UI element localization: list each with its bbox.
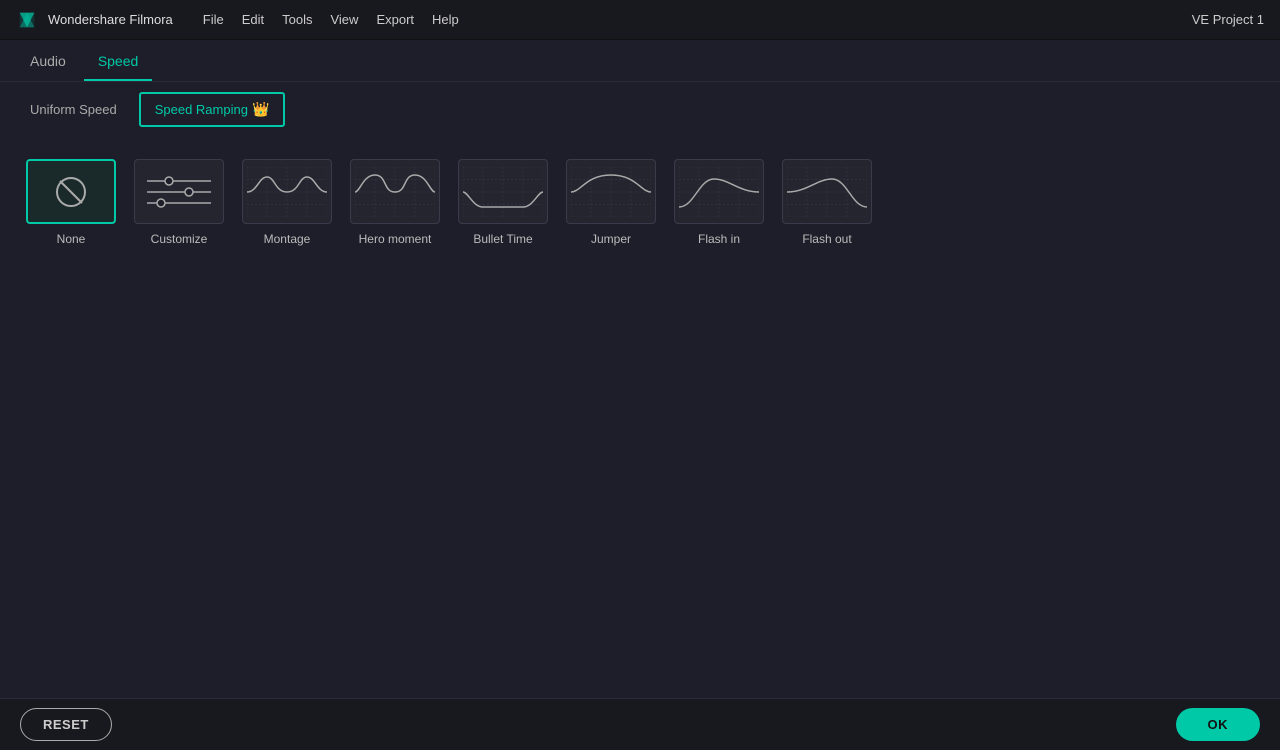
preset-label-jumper: Jumper <box>591 232 631 246</box>
menu-item-help[interactable]: Help <box>432 12 459 27</box>
app-name: Wondershare Filmora <box>48 12 173 27</box>
menu-item-tools[interactable]: Tools <box>282 12 312 27</box>
preset-label-flashout: Flash out <box>802 232 851 246</box>
preset-card-bullet[interactable]: Bullet Time <box>452 153 554 252</box>
preset-thumb-montage <box>242 159 332 224</box>
bottom-bar: RESET OK <box>0 698 1280 750</box>
app-logo-icon <box>16 9 38 31</box>
preset-label-hero: Hero moment <box>359 232 432 246</box>
ok-button[interactable]: OK <box>1176 708 1261 741</box>
preset-card-customize[interactable]: Customize <box>128 153 230 252</box>
preset-card-flashout[interactable]: Flash out <box>776 153 878 252</box>
menu-item-view[interactable]: View <box>330 12 358 27</box>
preset-card-montage[interactable]: Montage <box>236 153 338 252</box>
project-name: VE Project 1 <box>1192 12 1264 27</box>
preset-card-none[interactable]: None <box>20 153 122 252</box>
presets-grid: None Customize Montage Hero moment Bullet Ti… <box>20 153 1260 252</box>
reset-button[interactable]: RESET <box>20 708 112 741</box>
preset-thumb-flashin <box>674 159 764 224</box>
preset-thumb-bullet <box>458 159 548 224</box>
preset-card-flashin[interactable]: Flash in <box>668 153 770 252</box>
crown-icon: 👑 <box>252 101 269 117</box>
preset-thumb-customize <box>134 159 224 224</box>
content-area: None Customize Montage Hero moment Bullet Ti… <box>0 137 1280 268</box>
titlebar: Wondershare Filmora File Edit Tools View Exp… <box>0 0 1280 40</box>
preset-label-customize: Customize <box>151 232 208 246</box>
preset-thumb-flashout <box>782 159 872 224</box>
tab-speed[interactable]: Speed <box>84 43 152 81</box>
preset-thumb-hero <box>350 159 440 224</box>
menu-item-edit[interactable]: Edit <box>242 12 264 27</box>
titlebar-menu: File Edit Tools View Export Help <box>203 12 459 27</box>
subtab-ramping[interactable]: Speed Ramping👑 <box>139 92 286 127</box>
preset-label-flashin: Flash in <box>698 232 740 246</box>
preset-label-bullet: Bullet Time <box>473 232 532 246</box>
titlebar-left: Wondershare Filmora File Edit Tools View Exp… <box>16 9 459 31</box>
preset-thumb-jumper <box>566 159 656 224</box>
subtab-bar: Uniform Speed Speed Ramping👑 <box>0 82 1280 137</box>
tab-audio[interactable]: Audio <box>16 43 80 81</box>
preset-thumb-none <box>26 159 116 224</box>
menu-item-file[interactable]: File <box>203 12 224 27</box>
preset-card-hero[interactable]: Hero moment <box>344 153 446 252</box>
menu-item-export[interactable]: Export <box>376 12 414 27</box>
preset-card-jumper[interactable]: Jumper <box>560 153 662 252</box>
preset-label-none: None <box>57 232 86 246</box>
subtab-uniform[interactable]: Uniform Speed <box>16 95 131 124</box>
tab-bar: AudioSpeed <box>0 40 1280 82</box>
preset-label-montage: Montage <box>264 232 311 246</box>
